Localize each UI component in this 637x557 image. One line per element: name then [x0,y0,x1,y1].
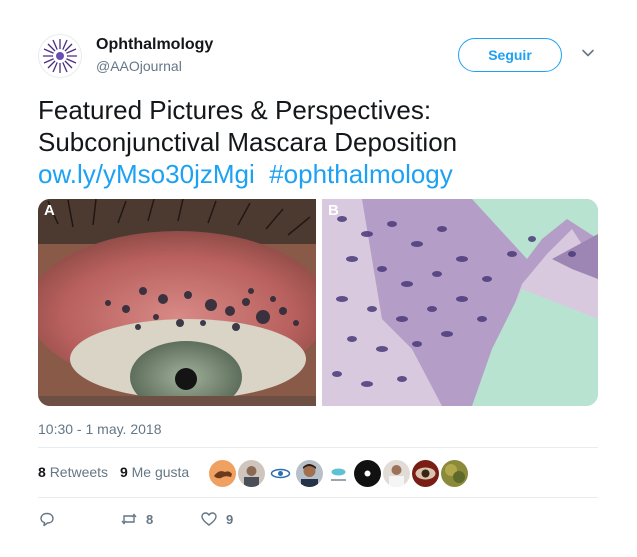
tweet-text: Featured Pictures & Perspectives: Subcon… [38,94,618,190]
chevron-down-icon[interactable] [581,46,595,60]
author-name[interactable]: Ophthalmology [96,36,213,54]
reply-button[interactable] [38,510,56,528]
liker-avatar[interactable] [441,460,468,487]
eye-photo [38,199,328,406]
retweets-label: Retweets [49,464,109,480]
tweet-card: Ophthalmology @AAOjournal Seguir Feature… [0,0,637,557]
retweet-count: 8 [146,511,154,527]
retweets-count: 8 [38,464,46,480]
like-button[interactable]: 9 [200,510,233,528]
tweet-media[interactable]: A B [38,199,598,406]
likes-stat[interactable]: 9 Me gusta [120,464,193,480]
histology-photo [322,199,598,406]
author-handle[interactable]: @AAOjournal [96,58,182,74]
tweet-hashtag[interactable]: #ophthalmology [269,159,453,189]
tweet-stats: 8 Retweets 9 Me gusta [38,464,197,480]
retweet-icon [121,513,137,525]
divider [38,497,598,498]
tweet-line-title: Featured Pictures & Perspectives: [38,95,432,125]
tweet-links-line: ow.ly/yMso30jzMgi #ophthalmology [38,158,618,190]
liker-avatar[interactable] [238,460,265,487]
liker-avatar[interactable] [209,460,236,487]
author-avatar[interactable] [38,34,82,78]
tweet-link[interactable]: ow.ly/yMso30jzMgi [38,159,255,189]
heart-icon [201,512,217,526]
panel-a-label: A [44,202,55,219]
tweet-line-subtitle: Subconjunctival Mascara Deposition [38,127,458,157]
likes-label: Me gusta [131,464,190,480]
liker-avatar[interactable] [412,460,439,487]
follow-button[interactable]: Seguir [458,38,562,72]
like-count: 9 [226,511,234,527]
divider [38,447,598,448]
panel-b-label: B [328,202,339,219]
retweets-stat[interactable]: 8 Retweets [38,464,112,480]
liker-avatar[interactable] [383,460,410,487]
tweet-timestamp[interactable]: 10:30 - 1 may. 2018 [38,421,161,437]
retweet-button[interactable]: 8 [120,510,153,528]
reply-icon [40,512,54,527]
liker-avatar[interactable] [325,460,352,487]
liker-avatar[interactable] [354,460,381,487]
histology-panel[interactable]: B [322,199,598,406]
eye-photo-panel[interactable]: A [38,199,328,406]
liker-avatar[interactable] [296,460,323,487]
likes-count: 9 [119,464,128,480]
liker-avatar[interactable] [267,460,294,487]
journal-logo-icon [40,36,80,76]
